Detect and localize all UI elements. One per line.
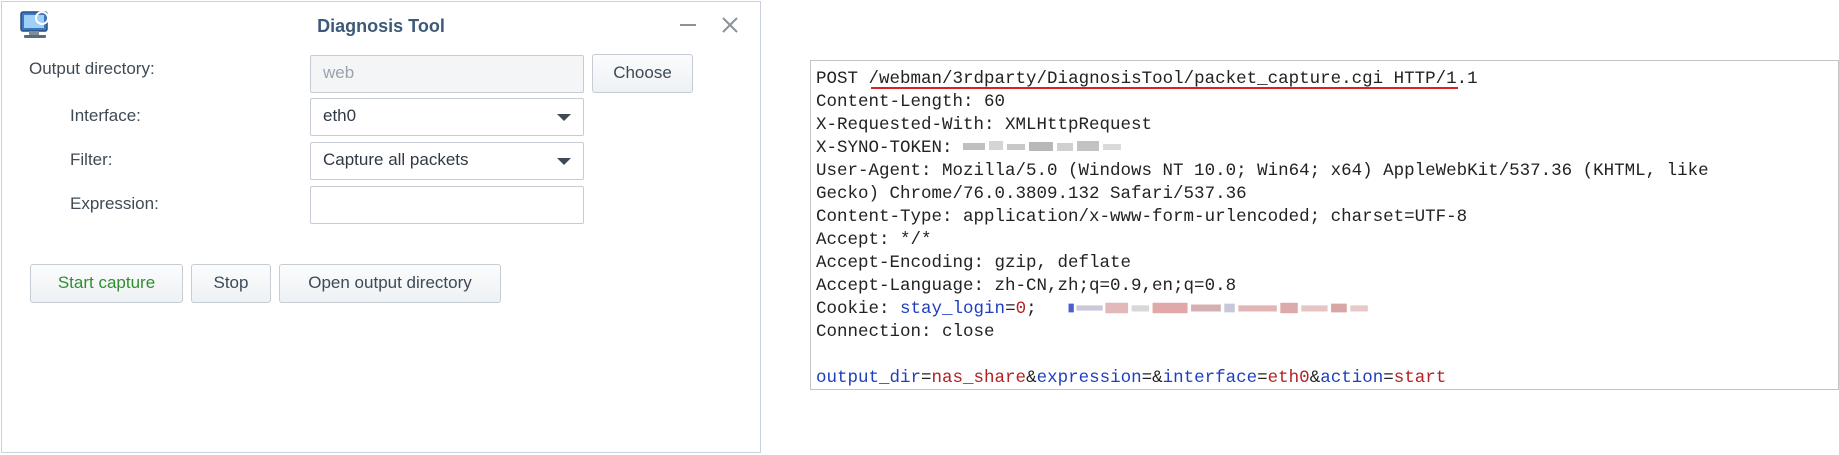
cookie-label: Cookie: — [816, 299, 890, 319]
body-amp: & — [1152, 368, 1163, 388]
body-value-interface: eth0 — [1267, 368, 1310, 388]
window-title: Diagnosis Tool — [317, 16, 445, 36]
open-output-directory-button[interactable]: Open output directory — [279, 264, 501, 303]
cookie-semicolon: ; — [1026, 299, 1037, 319]
body-amp: & — [1026, 368, 1037, 388]
expression-input[interactable] — [310, 186, 584, 224]
chevron-down-icon[interactable] — [557, 114, 571, 121]
interface-value: eth0 — [323, 106, 357, 125]
connection-header: Connection: close — [816, 322, 995, 342]
body-amp: & — [1309, 368, 1321, 388]
body-value-output-dir: nas_share — [931, 368, 1027, 388]
cookie-equals: = — [1005, 299, 1016, 319]
syno-token-header: X-SYNO-TOKEN: — [816, 138, 1123, 158]
http-request-panel: POST /webman/3rdparty/DiagnosisTool/pack… — [810, 60, 1839, 390]
start-capture-button[interactable]: Start capture — [30, 264, 183, 303]
cookie-header: Cookie: stay_login=0; — [816, 299, 1392, 319]
request-body: output_dir=nas_share&expression=&interfa… — [816, 368, 1446, 388]
expression-label: Expression: — [70, 194, 159, 213]
request-path: /webman/3rdparty/DiagnosisTool/packet_ca… — [868, 69, 1384, 89]
body-equals: = — [921, 368, 932, 388]
chevron-down-icon[interactable] — [557, 158, 571, 165]
close-icon[interactable] — [719, 14, 741, 36]
interface-label: Interface: — [70, 106, 141, 125]
cookie-key: stay_login — [900, 299, 1006, 319]
request-method: POST — [816, 69, 859, 89]
accept-language-header: Accept-Language: zh-CN,zh;q=0.9,en;q=0.8 — [816, 276, 1237, 296]
content-type-header: Content-Type: application/x-www-form-url… — [816, 207, 1468, 227]
redacted-token — [963, 141, 1122, 152]
title-bar: Diagnosis Tool — [2, 2, 760, 48]
stop-button[interactable]: Stop — [191, 264, 271, 303]
request-line: POST /webman/3rdparty/DiagnosisTool/pack… — [816, 69, 1478, 89]
requested-with-header: X-Requested-With: XMLHttpRequest — [816, 115, 1153, 135]
filter-label: Filter: — [70, 150, 113, 169]
user-agent-header-line2: Gecko) Chrome/76.0.3809.132 Safari/537.3… — [816, 184, 1247, 204]
choose-button[interactable]: Choose — [592, 54, 693, 93]
minimize-icon[interactable] — [677, 14, 699, 36]
body-equals: = — [1141, 368, 1153, 388]
body-key-expression: expression — [1036, 368, 1142, 388]
cookie-value: 0 — [1015, 299, 1027, 319]
content-length-header: Content-Length: 60 — [816, 92, 1006, 112]
body-key-interface: interface — [1162, 368, 1258, 388]
body-equals: = — [1383, 368, 1394, 388]
body-key-output-dir: output_dir — [816, 368, 922, 388]
body-key-action: action — [1320, 368, 1384, 388]
accept-header: Accept: */* — [816, 230, 932, 250]
filter-value: Capture all packets — [323, 150, 469, 169]
output-directory-field[interactable]: web — [310, 55, 584, 93]
body-equals: = — [1257, 368, 1268, 388]
filter-select[interactable]: Capture all packets — [310, 142, 584, 180]
interface-select[interactable]: eth0 — [310, 98, 584, 136]
accept-encoding-header: Accept-Encoding: gzip, deflate — [816, 253, 1132, 273]
redacted-cookie — [1068, 303, 1368, 314]
user-agent-header-line1: User-Agent: Mozilla/5.0 (Windows NT 10.0… — [816, 161, 1709, 181]
body-value-action: start — [1393, 368, 1447, 388]
syno-token-label: X-SYNO-TOKEN: — [816, 138, 953, 158]
output-directory-label: Output directory: — [29, 59, 155, 78]
request-protocol: HTTP/1.1 — [1393, 69, 1478, 89]
diagnosis-tool-window: Diagnosis Tool Output directory: web Cho… — [1, 1, 761, 453]
path-underline — [871, 87, 1458, 89]
